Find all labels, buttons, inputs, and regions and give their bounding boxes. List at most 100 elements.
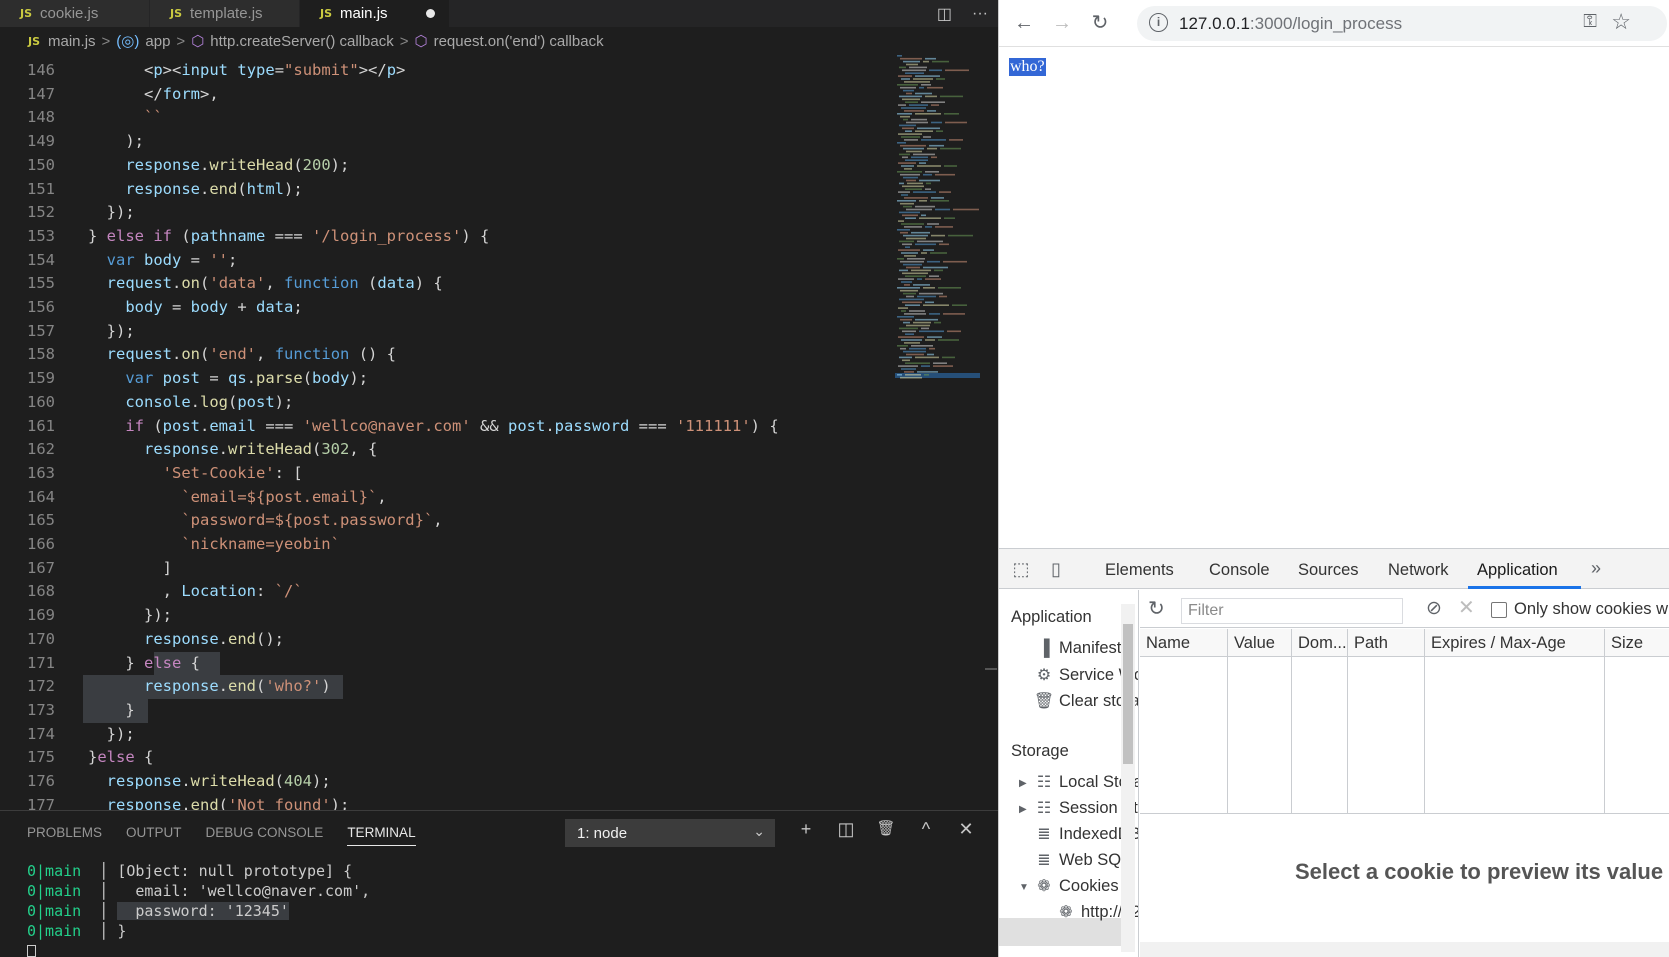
code-line[interactable]: 177 response.end('Not found'); [0, 794, 885, 810]
code-line[interactable]: 169 }); [0, 604, 885, 628]
tab-elements[interactable]: Elements [1105, 561, 1174, 580]
code-line[interactable]: 168 , Location: `/` [0, 580, 885, 604]
checkbox[interactable] [1491, 601, 1507, 618]
tab-debug-console[interactable]: DEBUG CONSOLE [206, 825, 324, 846]
code-line[interactable]: 159 var post = qs.parse(body); [0, 367, 885, 391]
info-icon[interactable]: i [1149, 13, 1168, 32]
column-header-size[interactable]: Size [1605, 629, 1669, 657]
filter-input[interactable] [1181, 598, 1403, 624]
code-line[interactable]: 158 request.on('end', function () { [0, 343, 885, 367]
tab-output[interactable]: OUTPUT [126, 825, 182, 846]
split-editor-icon[interactable]: ◫ [937, 4, 952, 24]
code-line[interactable]: 167 ] [0, 557, 885, 581]
code-line[interactable]: 150 response.writeHead(200); [0, 154, 885, 178]
line-content: `password=${post.password}`, [181, 511, 443, 530]
minimap-line [906, 179, 916, 182]
code-line[interactable]: 156 body = body + data; [0, 296, 885, 320]
code-line[interactable]: 174 }); [0, 723, 885, 747]
refresh-icon[interactable]: ↻ [1148, 596, 1165, 621]
only-show-issues-checkbox[interactable]: Only show cookies with an issue [1491, 600, 1669, 619]
code-line[interactable]: 176 response.writeHead(404); [0, 770, 885, 794]
sidebar-item-web-sql[interactable]: ≣ Web SQL [1033, 850, 1130, 870]
code-line[interactable]: 148 `` [0, 106, 885, 130]
minimap-line [901, 78, 910, 80]
more-actions-icon[interactable]: ··· [972, 5, 988, 23]
tab-network[interactable]: Network [1388, 561, 1449, 580]
column-header-domain[interactable]: Dom... [1292, 629, 1348, 657]
tab-sources[interactable]: Sources [1298, 561, 1359, 580]
code-line[interactable]: 175}else { [0, 746, 885, 770]
code-line[interactable]: 166 `nickname=yeobin` [0, 533, 885, 557]
code-line[interactable]: 149 ); [0, 130, 885, 154]
column-header-name[interactable]: Name [1140, 629, 1228, 657]
tab-terminal[interactable]: TERMINAL [347, 825, 416, 846]
sidebar-item-cookies[interactable]: ❁ Cookies [1033, 876, 1118, 896]
triangle-down-icon[interactable]: ▼ [1019, 882, 1029, 893]
triangle-right-icon[interactable]: ▶ [1019, 804, 1027, 815]
triangle-right-icon[interactable]: ▶ [1019, 778, 1027, 789]
column-header-value[interactable]: Value [1228, 629, 1292, 657]
tab-main-js[interactable]: JS main.js [300, 0, 450, 27]
back-arrow-icon[interactable]: ← [1011, 10, 1037, 36]
line-content: }); [88, 606, 172, 625]
code-line[interactable]: 151 response.end(html); [0, 178, 885, 202]
code-line[interactable]: 173 } [0, 698, 885, 723]
column-header-expires[interactable]: Expires / Max-Age [1425, 629, 1605, 657]
code-line[interactable]: 171 } else { [0, 651, 885, 676]
code-line[interactable]: 153} else if (pathname === '/login_proce… [0, 225, 885, 249]
minimap-line [898, 75, 912, 77]
url-text[interactable]: 127.0.0.1:3000/login_process [1179, 14, 1402, 34]
code-line[interactable]: 164 `email=${post.email}`, [0, 486, 885, 510]
code-line[interactable]: 146 <p><input type="submit"></p> [0, 59, 885, 83]
device-toolbar-icon[interactable]: ▯ [1044, 557, 1068, 581]
code-line[interactable]: 154 var body = ''; [0, 249, 885, 273]
breadcrumb-file[interactable]: main.js [48, 33, 96, 50]
code-line[interactable]: 170 response.end(); [0, 628, 885, 652]
minimap-line [923, 304, 949, 306]
more-tabs-icon[interactable]: » [1591, 558, 1601, 579]
code-line[interactable]: 157 }); [0, 320, 885, 344]
maximize-panel-icon[interactable]: ^ [915, 819, 937, 840]
code-line[interactable]: 172 response.end('who?') [0, 675, 885, 699]
reload-icon[interactable]: ↻ [1087, 10, 1113, 36]
new-terminal-icon[interactable]: + [795, 819, 817, 840]
code-line[interactable]: 155 request.on('data', function (data) { [0, 272, 885, 296]
unsaved-dot-icon[interactable] [426, 9, 435, 18]
scrollbar-thumb[interactable] [1123, 624, 1133, 764]
code-editor[interactable]: 146 <p><input type="submit"></p> 147 </fo… [0, 53, 885, 810]
tab-template-js[interactable]: JS template.js [150, 0, 300, 27]
minimap-line [897, 84, 918, 86]
bookmark-star-icon[interactable]: ☆ [1611, 9, 1631, 35]
code-line[interactable]: 165 `password=${post.password}`, [0, 509, 885, 533]
code-line[interactable]: 161 if (post.email === 'wellco@naver.com… [0, 415, 885, 439]
sidebar-scrollbar[interactable] [1121, 604, 1135, 952]
key-icon[interactable]: ⚿ [1583, 11, 1597, 32]
code-line[interactable]: 163 'Set-Cookie': [ [0, 462, 885, 486]
split-terminal-icon[interactable]: ◫ [835, 819, 857, 840]
code-line[interactable]: 162 response.writeHead(302, { [0, 438, 885, 462]
terminal-select[interactable]: 1: node ⌄ [565, 819, 775, 847]
breadcrumb-app[interactable]: app [145, 33, 170, 50]
breadcrumb-server[interactable]: http.createServer() callback [210, 33, 393, 50]
delete-selected-icon[interactable]: ✕ [1458, 595, 1475, 620]
sidebar-item-manifest[interactable]: ▐ Manifest [1033, 639, 1121, 658]
forward-arrow-icon[interactable]: → [1049, 10, 1075, 36]
clear-all-icon[interactable]: ⊘ [1426, 597, 1442, 620]
inspect-element-icon[interactable]: ⬚ [1009, 557, 1033, 581]
code-line[interactable]: 160 console.log(post); [0, 391, 885, 415]
tab-problems[interactable]: PROBLEMS [27, 825, 102, 846]
minimap-line [933, 365, 953, 367]
address-bar[interactable]: i 127.0.0.1:3000/login_process ⚿ ☆ [1137, 6, 1667, 41]
tab-application[interactable]: Application [1477, 561, 1558, 580]
horizontal-scrollbar[interactable] [1140, 942, 1669, 957]
terminal-output[interactable]: 0|main │ [Object: null prototype] { 0|ma… [27, 861, 370, 957]
trash-icon[interactable]: 🗑 [875, 819, 897, 840]
close-panel-icon[interactable]: ✕ [955, 819, 977, 840]
tab-console[interactable]: Console [1209, 561, 1270, 580]
column-header-path[interactable]: Path [1348, 629, 1425, 657]
code-line[interactable]: 147 </form>, [0, 83, 885, 107]
minimap[interactable] [895, 53, 985, 413]
tab-cookie-js[interactable]: JS cookie.js [0, 0, 150, 27]
breadcrumb-callback[interactable]: request.on('end') callback [434, 33, 604, 50]
code-line[interactable]: 152 }); [0, 201, 885, 225]
